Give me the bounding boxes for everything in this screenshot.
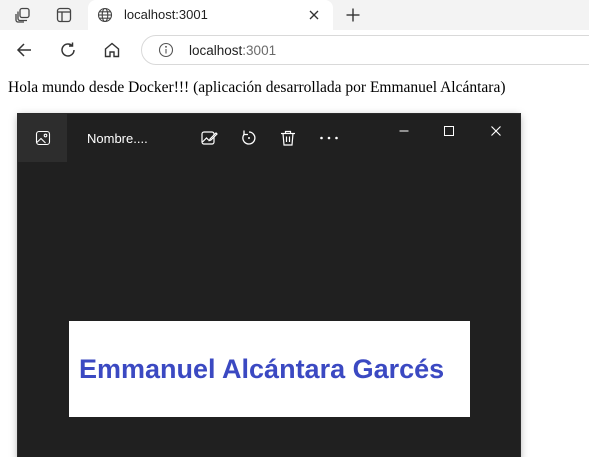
page-message: Hola mundo desde Docker!!! (aplicación d…	[8, 79, 506, 96]
minimize-icon	[399, 130, 409, 132]
url-port: :3001	[242, 43, 277, 58]
trash-icon	[281, 130, 295, 146]
home-icon	[104, 42, 120, 58]
home-button[interactable]	[99, 38, 125, 62]
minimize-button[interactable]	[390, 122, 418, 140]
maximize-button[interactable]	[435, 122, 463, 140]
reload-button[interactable]	[55, 38, 81, 62]
edit-image-icon	[201, 131, 218, 145]
workspaces-icon[interactable]	[10, 4, 36, 26]
url-host: localhost	[189, 43, 243, 58]
rotate-icon	[242, 130, 256, 145]
close-icon[interactable]	[306, 7, 322, 23]
edit-image-button[interactable]	[198, 127, 220, 149]
plus-icon	[346, 8, 360, 22]
image-text: Emmanuel Alcántara Garcés	[79, 354, 445, 384]
displayed-image: Emmanuel Alcántara Garcés	[69, 321, 470, 417]
rotate-button[interactable]	[238, 127, 260, 149]
delete-button[interactable]	[277, 127, 299, 149]
close-icon	[491, 126, 501, 136]
window-close-button[interactable]	[482, 122, 510, 140]
new-tab-button[interactable]	[342, 4, 364, 26]
globe-icon	[97, 7, 113, 23]
photos-app-button[interactable]	[18, 114, 67, 162]
photos-viewer-window: Nombre.... Emmanuel Alcántara Garcés	[18, 114, 520, 457]
tab-title: localhost:3001	[124, 7, 208, 22]
tab-strip: localhost:3001	[0, 0, 589, 30]
url-text[interactable]: localhost:3001	[189, 43, 276, 59]
back-arrow-icon	[16, 43, 31, 57]
info-icon[interactable]	[158, 42, 174, 58]
photo-filename: Nombre....	[87, 131, 148, 146]
more-options-button[interactable]	[318, 127, 340, 149]
maximize-icon	[444, 126, 454, 136]
photo-icon	[35, 130, 50, 146]
reload-icon	[61, 42, 75, 57]
browser-tab[interactable]: localhost:3001	[88, 0, 333, 30]
address-bar[interactable]: localhost:3001	[141, 35, 589, 65]
tab-actions-icon[interactable]	[51, 4, 77, 26]
more-icon	[320, 136, 338, 140]
back-button[interactable]	[11, 38, 37, 62]
browser-toolbar: localhost:3001	[0, 30, 589, 70]
